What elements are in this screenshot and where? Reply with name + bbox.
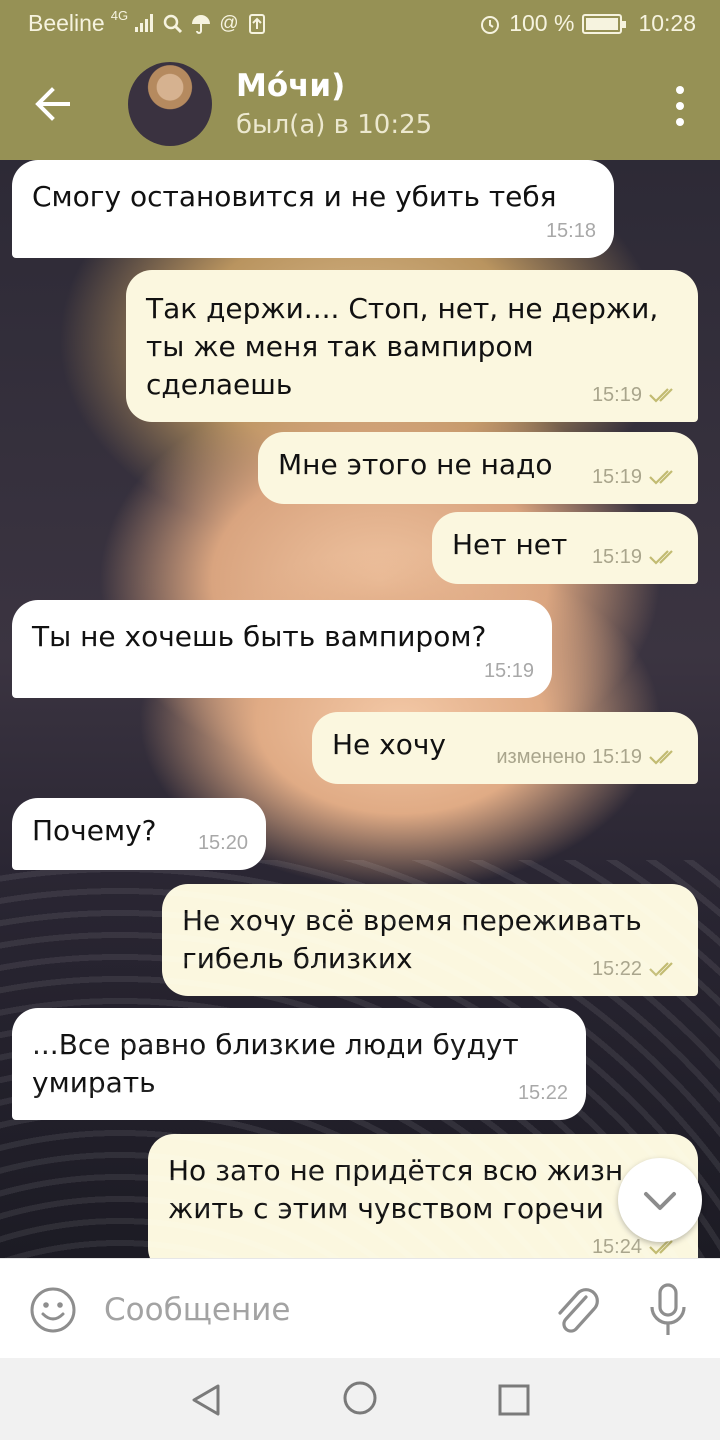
message-outgoing[interactable]: Не хочу всё время переживать гибель близ… — [162, 884, 698, 996]
attach-button[interactable] — [552, 1283, 602, 1339]
nav-recents-button[interactable] — [496, 1382, 532, 1418]
message-outgoing[interactable]: Не хочу изменено 15:19 — [312, 712, 698, 784]
status-left: Beeline 4G @ — [28, 8, 268, 37]
message-meta: 15:22 — [592, 950, 680, 988]
edited-label: изменено — [496, 746, 586, 768]
message-outgoing[interactable]: Мне этого не надо 15:19 — [258, 432, 698, 504]
message-outgoing[interactable]: Так держи.... Стоп, нет, не держи, ты же… — [126, 270, 698, 422]
message-time: 15:19 — [591, 546, 642, 568]
message-text: Мне этого не надо — [278, 448, 553, 481]
menu-dot — [676, 102, 684, 110]
message-incoming[interactable]: Почему? 15:20 — [12, 798, 266, 870]
message-time: 15:18 — [545, 220, 596, 242]
at-sign-icon: @ — [219, 12, 239, 34]
message-meta: 15:18 — [546, 212, 596, 250]
read-check-icon — [648, 748, 680, 766]
message-time: 15:19 — [591, 466, 642, 488]
umbrella-icon — [190, 13, 212, 35]
message-text: Почему? — [32, 814, 157, 847]
message-time: 15:20 — [197, 832, 248, 854]
avatar[interactable] — [128, 62, 212, 146]
message-outgoing[interactable]: Нет нет 15:19 — [432, 512, 698, 584]
square-recents-icon — [498, 1384, 530, 1416]
message-time: 15:22 — [591, 958, 642, 980]
read-check-icon — [648, 386, 680, 404]
battery-icon — [582, 13, 627, 34]
message-text: Смогу остановится и не убить тебя — [32, 180, 557, 213]
message-input-bar — [0, 1258, 720, 1358]
system-navigation-bar — [0, 1358, 720, 1440]
message-time: 15:19 — [483, 660, 534, 682]
network-type: 4G — [110, 8, 129, 23]
last-seen-status: был(а) в 10:25 — [236, 110, 433, 140]
message-time: 15:19 — [591, 746, 642, 768]
smiley-icon — [30, 1287, 76, 1333]
clock: 10:28 — [638, 10, 696, 36]
chat-area[interactable]: Смогу остановится и не убить тебя 15:18 … — [0, 160, 720, 1258]
message-incoming[interactable]: Смогу остановится и не убить тебя 15:18 — [12, 160, 614, 258]
message-time: 15:22 — [517, 1082, 568, 1104]
read-check-icon — [648, 548, 680, 566]
message-meta: 15:22 — [518, 1074, 568, 1112]
message-meta: 15:19 — [592, 458, 680, 496]
back-button[interactable] — [24, 78, 84, 130]
message-input[interactable] — [104, 1281, 524, 1339]
message-incoming[interactable]: Ты не хочешь быть вампиром? 15:19 — [12, 600, 552, 698]
message-meta: изменено 15:19 — [496, 738, 680, 776]
upload-icon — [246, 13, 268, 35]
search-icon — [162, 13, 184, 35]
triangle-back-icon — [192, 1384, 220, 1416]
emoji-button[interactable] — [28, 1285, 78, 1335]
contact-name[interactable]: Мо́чи) — [236, 68, 345, 104]
nav-home-button[interactable] — [342, 1380, 378, 1416]
scroll-to-bottom-button[interactable] — [618, 1158, 702, 1242]
status-right: 100 % 10:28 — [479, 10, 696, 37]
read-check-icon — [648, 960, 680, 978]
microphone-button[interactable] — [644, 1281, 692, 1341]
microphone-icon — [650, 1283, 686, 1335]
arrow-left-icon — [35, 87, 70, 121]
menu-dot — [676, 118, 684, 126]
message-meta: 15:19 — [592, 538, 680, 576]
chat-header: Мо́чи) был(а) в 10:25 — [0, 48, 720, 160]
message-incoming[interactable]: ...Все равно близкие люди будут умирать … — [12, 1008, 586, 1120]
message-text: Нет нет — [452, 528, 568, 561]
status-bar: Beeline 4G @ 100 % 10:28 — [0, 0, 720, 48]
signal-icon — [134, 13, 156, 35]
paperclip-icon — [558, 1288, 599, 1333]
message-text: Не хочу — [332, 728, 446, 761]
battery-percent: 100 % — [509, 10, 575, 36]
alarm-icon — [479, 13, 501, 35]
nav-back-button[interactable] — [188, 1382, 224, 1418]
message-meta: 15:19 — [484, 652, 534, 690]
chevron-down-icon — [644, 1192, 676, 1210]
message-outgoing[interactable]: Но зато не придётся всю жизн жить с этим… — [148, 1134, 698, 1258]
message-text: Ты не хочешь быть вампиром? — [32, 620, 487, 653]
more-menu-button[interactable] — [674, 86, 686, 126]
read-check-icon — [648, 468, 680, 486]
circle-home-icon — [343, 1381, 377, 1415]
message-text: Так держи.... Стоп, нет, не держи, ты же… — [146, 292, 659, 401]
message-meta: 15:19 — [592, 376, 680, 414]
carrier-name: Beeline — [28, 10, 105, 36]
message-meta: 15:20 — [198, 824, 248, 862]
message-text: Не хочу всё время переживать гибель близ… — [182, 904, 642, 975]
more-vertical-icon — [676, 86, 684, 94]
message-time: 15:19 — [591, 384, 642, 406]
message-text: ...Все равно близкие люди будут умирать — [32, 1028, 519, 1099]
message-text: Но зато не придётся всю жизн жить с этим… — [168, 1154, 624, 1225]
